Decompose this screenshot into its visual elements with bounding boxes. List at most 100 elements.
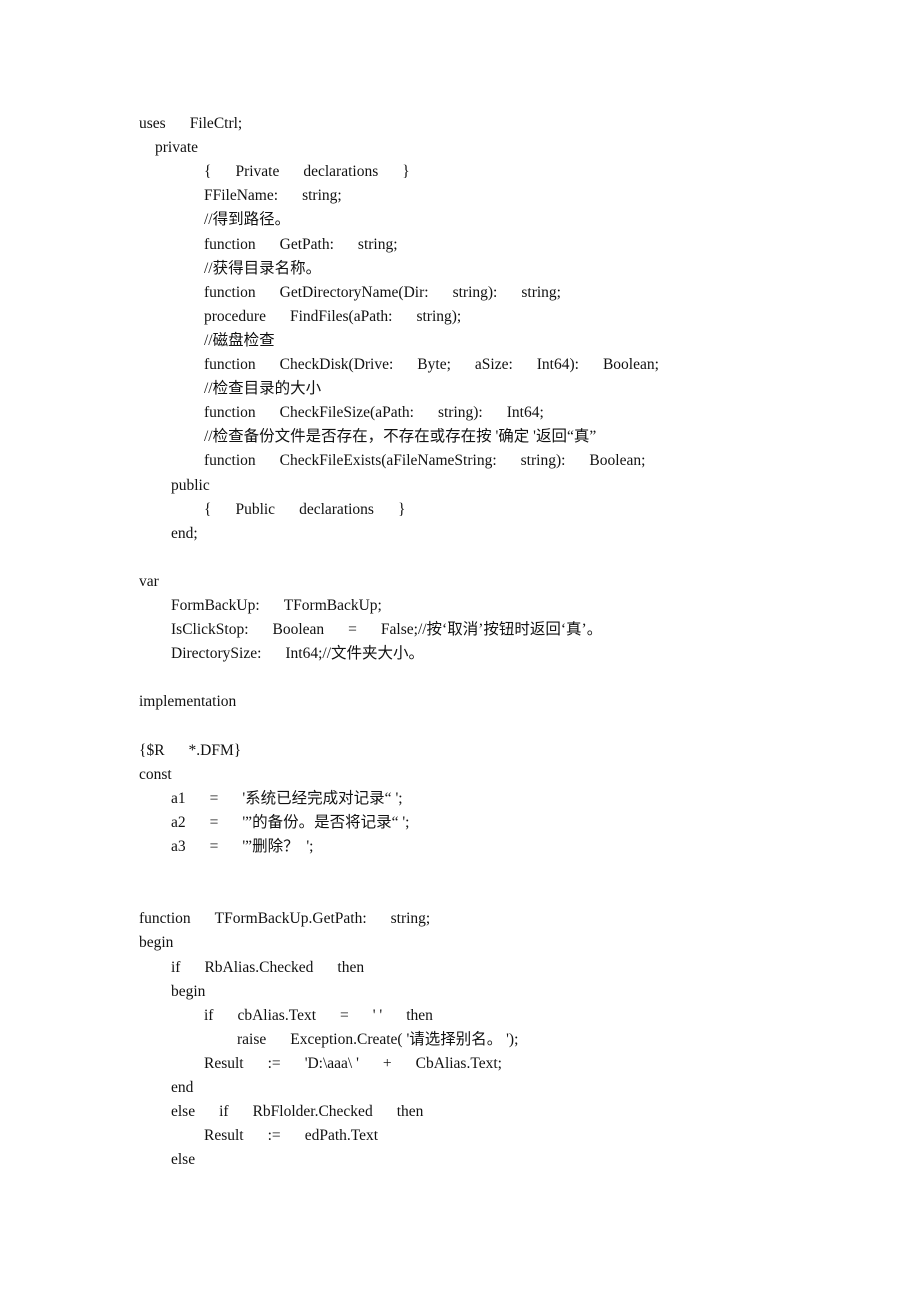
code-token: if (171, 958, 181, 976)
code-line: IsClickStop: Boolean = False;//按‘取消’按钮时返回‘真… (171, 620, 602, 640)
code-line: begin (139, 933, 173, 953)
code-line: raise Exception.Create( '请选择别名。 '); (237, 1030, 518, 1050)
code-token: *.DFM} (188, 741, 242, 759)
code-comment-line: //磁盘检查 (204, 331, 275, 351)
code-token: Public (235, 500, 276, 518)
code-line: function CheckFileExists(aFileNameString:… (204, 451, 645, 471)
code-token: IsClickStop: (171, 621, 249, 639)
code-token: declarations (303, 163, 379, 181)
code-token: := (267, 1054, 281, 1072)
code-token: uses (139, 115, 166, 132)
code-line: FormBackUp: TFormBackUp; (171, 596, 382, 616)
code-line: {Public declarations} (204, 500, 405, 520)
code-token: //磁盘检查 (204, 331, 275, 349)
code-token: begin (139, 934, 174, 952)
code-token: '系统已经完成对记录“ '; (242, 789, 403, 807)
code-token: ' ' (372, 1006, 383, 1024)
code-token: False;//按‘取消’按钮时返回‘真’。 (380, 621, 603, 639)
code-token: FileCtrl; (189, 115, 243, 132)
code-token: cbAlias.Text (237, 1006, 317, 1024)
code-token: GetDirectoryName(Dir: (279, 283, 429, 301)
code-token: } (402, 163, 410, 181)
code-token: function (204, 404, 256, 422)
code-token: string; (302, 187, 342, 205)
code-token: public (171, 476, 210, 494)
code-token: private (155, 139, 199, 157)
code-line: if RbAlias.Checked then (171, 958, 364, 978)
code-line: a3 = '”删除？ '; (171, 837, 313, 857)
code-line: a2 = '”的备份。是否将记录“ '; (171, 813, 409, 833)
code-line: function GetDirectoryName(Dir: string): str… (204, 283, 561, 303)
code-token: Int64;//文件夹大小。 (285, 645, 425, 663)
code-line: Result:= 'D:\aaa\ ' + CbAlias.Text; (204, 1054, 502, 1074)
code-token: Boolean (272, 621, 325, 639)
code-line: function CheckFileSize(aPath: string): Int6… (204, 403, 544, 423)
code-token: var (139, 572, 159, 590)
code-token: { (204, 500, 212, 518)
code-token: Int64; (506, 404, 544, 422)
code-token: else (171, 1103, 196, 1121)
code-token: end; (171, 524, 198, 542)
code-token: = (209, 813, 219, 831)
code-token: //获得目录名称。 (204, 259, 322, 277)
code-line: private (155, 138, 198, 158)
code-line: FFileName: string; (204, 186, 342, 206)
code-line: else (171, 1150, 195, 1170)
code-token: string; (521, 283, 561, 301)
code-token: string): (452, 283, 498, 301)
code-token: if (204, 1006, 214, 1024)
code-line: procedure FindFiles(aPath: string); (204, 307, 461, 327)
code-token: = (209, 789, 219, 807)
code-token: begin (171, 982, 206, 1000)
code-comment-line: //检查目录的大小 (204, 379, 321, 399)
code-token: CheckFileSize(aPath: (279, 404, 414, 422)
code-token: 'D:\aaa\ ' (304, 1054, 359, 1072)
code-token: TFormBackUp; (283, 597, 382, 614)
code-token: //检查目录的大小 (204, 380, 322, 398)
code-token: if (219, 1103, 229, 1121)
code-token: FFileName: (204, 187, 279, 205)
code-token: '”删除？ '; (242, 838, 314, 855)
code-token: Boolean; (589, 452, 646, 470)
code-line: if cbAlias.Text = ' ' then (204, 1006, 433, 1026)
code-token: '”的备份。是否将记录“ '; (242, 813, 410, 831)
code-token: Result (204, 1127, 244, 1145)
code-line: {$R *.DFM} (139, 741, 241, 761)
code-token: Exception.Create( '请选择别名。 '); (290, 1030, 519, 1048)
code-line: function CheckDisk(Drive: Byte; aSize: Int64… (204, 355, 659, 375)
code-token: Private (235, 163, 280, 181)
code-token: Byte; (417, 356, 451, 373)
code-token: string): (520, 452, 566, 470)
code-token: function (139, 910, 191, 928)
code-comment-line: //得到路径。 (204, 210, 290, 230)
code-token: = (348, 621, 357, 639)
code-token: { (204, 163, 212, 181)
code-token: FormBackUp: (171, 597, 260, 614)
code-token: a1 (171, 789, 186, 807)
code-token: a3 (171, 838, 186, 855)
code-token: TFormBackUp.GetPath: (214, 910, 367, 928)
code-token: string; (390, 910, 431, 928)
code-token: Boolean; (602, 356, 659, 373)
code-comment-line: //检查备份文件是否存在，不存在或存在按 '确定 '返回“真” (204, 427, 596, 447)
code-token: edPath.Text (304, 1127, 379, 1145)
code-token: end (171, 1079, 194, 1096)
code-line: begin (171, 982, 205, 1002)
code-token: a2 (171, 813, 186, 831)
code-line: function TFormBackUp.GetPath: string; (139, 909, 430, 929)
code-token: then (406, 1006, 433, 1024)
code-line: end; (171, 524, 198, 544)
code-token: = (209, 838, 219, 855)
code-token: GetPath: (279, 235, 334, 253)
code-token: then (337, 958, 365, 976)
code-line: else if RbFlolder.Checked then (171, 1102, 423, 1122)
code-line: public (171, 476, 210, 496)
code-token: string); (416, 307, 462, 325)
code-token: = (340, 1006, 349, 1024)
code-token: function (204, 283, 256, 301)
code-token: string): (437, 404, 483, 422)
code-token: function (204, 356, 256, 373)
code-line: var (139, 572, 159, 592)
code-token: + (382, 1054, 392, 1072)
code-token: function (204, 452, 256, 470)
